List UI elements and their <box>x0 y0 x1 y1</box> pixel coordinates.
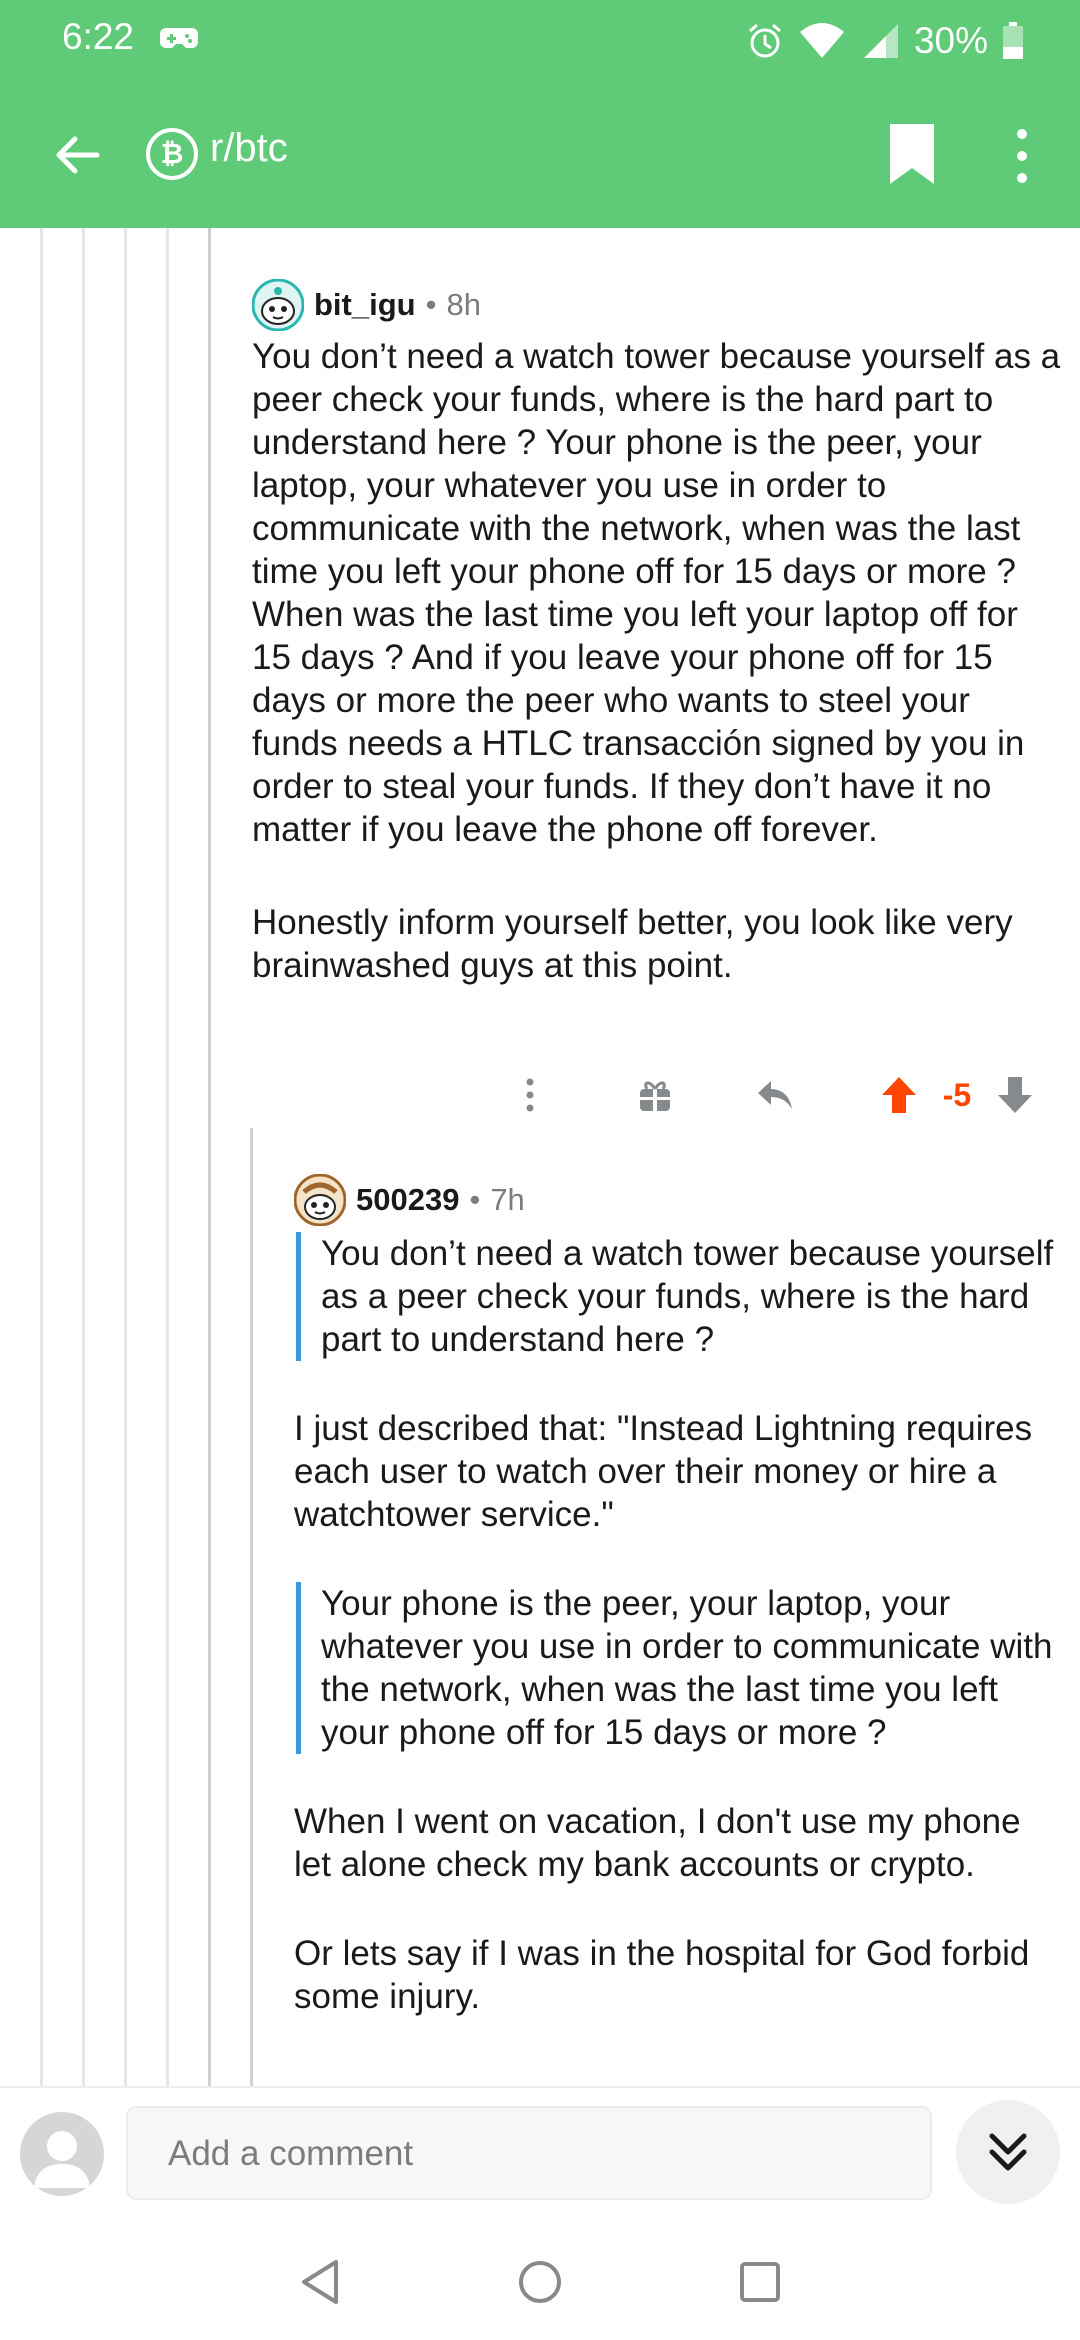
nav-recents-button[interactable] <box>730 2252 790 2312</box>
user-avatar[interactable] <box>20 2112 104 2196</box>
comment-author[interactable]: 500239 <box>356 1182 459 1218</box>
comment-body: I just described that: "Instead Lightnin… <box>294 1409 1033 1534</box>
comment-body: When I went on vacation, I don't use my … <box>294 1802 1021 1884</box>
nav-home-button[interactable] <box>510 2252 570 2312</box>
comment-author[interactable]: bit_igu <box>314 287 416 323</box>
more-options-icon[interactable] <box>1000 124 1044 188</box>
downvote-arrow-icon <box>998 1077 1032 1113</box>
subreddit-icon[interactable]: ₿ <box>146 128 198 180</box>
comment-more-button[interactable] <box>510 1070 550 1120</box>
reply-button[interactable] <box>750 1070 800 1120</box>
comment-age: 8h <box>446 287 481 322</box>
comment-actions: -5 <box>500 1070 1060 1120</box>
thread-line[interactable] <box>40 228 43 2088</box>
bookmark-icon[interactable] <box>884 122 940 186</box>
jump-down-button[interactable] <box>956 2100 1060 2204</box>
comment-header: bit_igu • 8h <box>252 275 1062 335</box>
add-comment-input[interactable]: Add a comment <box>126 2106 932 2200</box>
top-header: 6:22 30% ₿ r/btc <box>0 0 1080 228</box>
comment-body: You don’t need a watch tower because you… <box>252 337 1061 849</box>
comment-body: Or lets say if I was in the hospital for… <box>294 1934 1030 2016</box>
award-button[interactable] <box>630 1070 680 1120</box>
comment-body: Honestly inform yourself better, you loo… <box>252 903 1013 985</box>
comment-age: 7h <box>490 1182 525 1217</box>
more-vertical-icon <box>526 1078 534 1112</box>
game-controller-icon <box>160 28 198 48</box>
comment-header: 500239 • 7h <box>294 1170 1064 1230</box>
block-quote: You don’t need a watch tower because you… <box>296 1232 1064 1361</box>
battery-percent: 30% <box>913 20 988 61</box>
comment-placeholder: Add a comment <box>168 2134 414 2173</box>
thread-line[interactable] <box>208 228 211 2088</box>
block-quote: Your phone is the peer, your laptop, you… <box>296 1582 1064 1754</box>
nav-back-button[interactable] <box>290 2252 350 2312</box>
cell-signal-icon <box>863 24 898 58</box>
quote-text: You don’t need a watch tower because you… <box>321 1234 1054 1359</box>
thread-line[interactable] <box>82 228 85 2088</box>
reply-thread-line[interactable] <box>250 1128 253 2088</box>
back-arrow-icon <box>56 136 100 174</box>
app-bar: ₿ r/btc <box>0 100 1080 210</box>
upvote-arrow-icon <box>882 1077 916 1113</box>
avatar[interactable] <box>252 279 304 331</box>
thread-line[interactable] <box>166 228 169 2088</box>
triangle-back-icon <box>302 2260 338 2304</box>
status-bar: 6:22 30% <box>0 0 1080 80</box>
wifi-icon <box>799 23 844 58</box>
alarm-icon <box>748 23 781 58</box>
gift-icon <box>640 1081 670 1111</box>
downvote-button[interactable] <box>990 1070 1040 1120</box>
status-time: 6:22 <box>62 16 135 57</box>
reply-icon <box>758 1081 792 1109</box>
subreddit-name[interactable]: r/btc <box>210 126 288 171</box>
quote-text: Your phone is the peer, your laptop, you… <box>321 1584 1053 1752</box>
battery-icon <box>1003 22 1023 59</box>
status-indicators: 30% <box>746 16 1024 66</box>
comment-composer-bar: Add a comment <box>0 2086 1080 2212</box>
system-nav-bar <box>0 2210 1080 2340</box>
thread-line[interactable] <box>124 228 127 2088</box>
comment-500239: 500239 • 7h You don’t need a watch tower… <box>294 1170 1064 2018</box>
back-button[interactable] <box>42 120 112 190</box>
comment-bit-igu: bit_igu • 8h You don’t need a watch towe… <box>252 275 1062 987</box>
upvote-button[interactable] <box>874 1070 924 1120</box>
avatar[interactable] <box>294 1174 346 1226</box>
meta-dot: • <box>469 1182 481 1217</box>
square-recents-icon <box>740 2262 780 2302</box>
meta-dot: • <box>425 287 437 322</box>
circle-home-icon <box>519 2261 561 2303</box>
chevron-double-down-icon <box>989 2133 1027 2171</box>
vote-score: -5 <box>942 1076 972 1113</box>
